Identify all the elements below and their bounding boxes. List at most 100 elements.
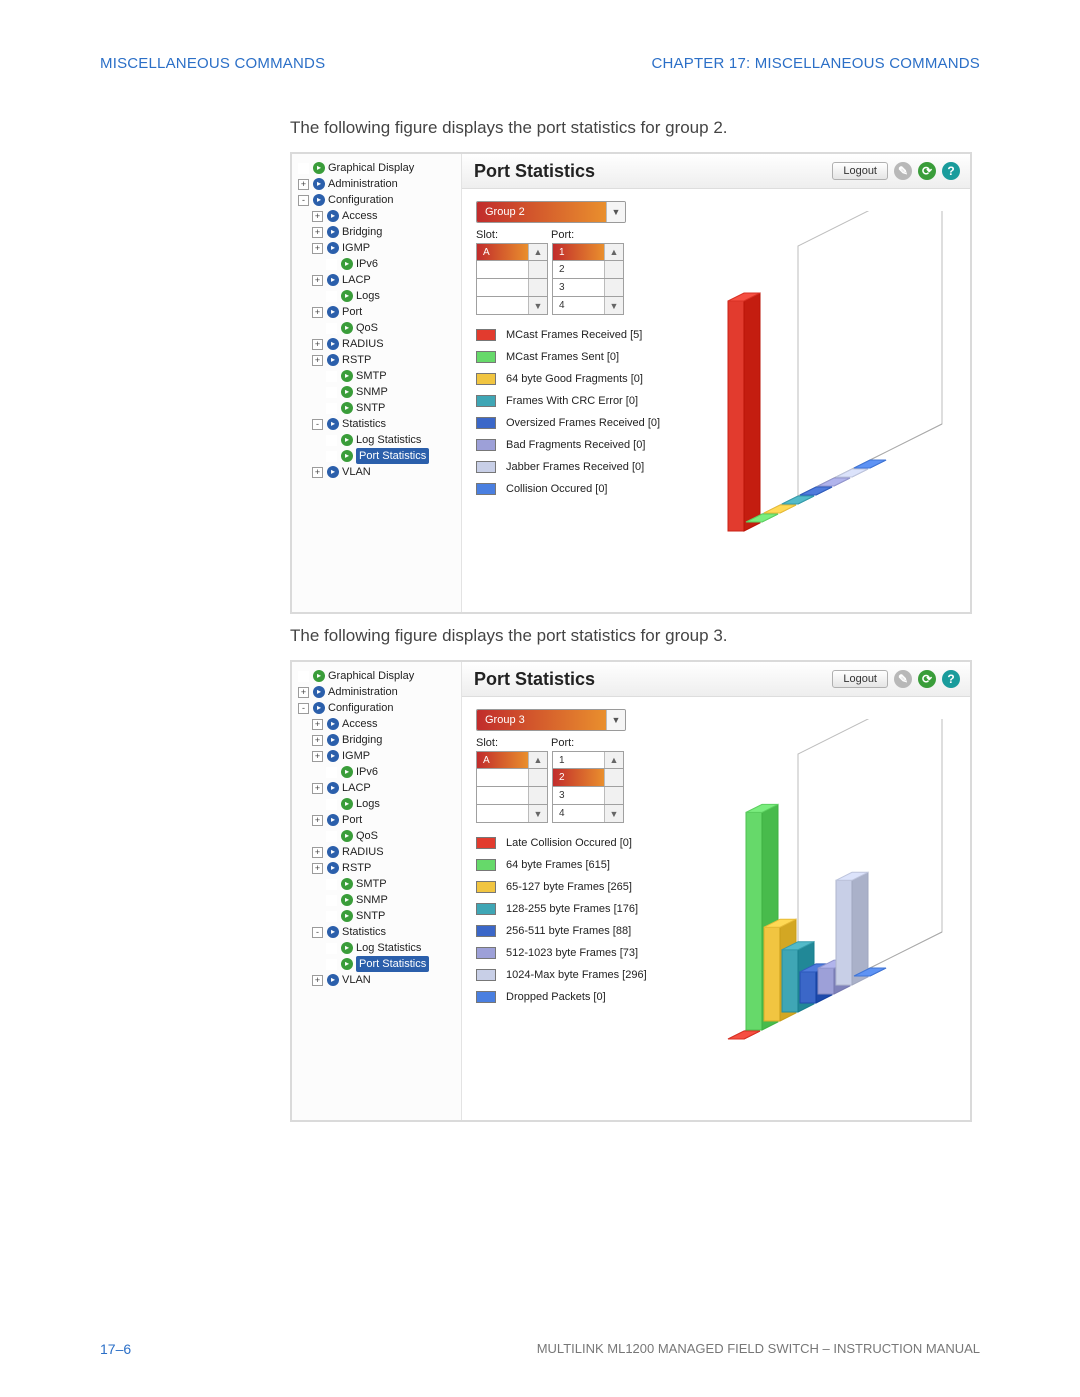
tree-node[interactable]: ▸Log Statistics <box>298 940 459 956</box>
spin-up-icon[interactable]: ▲ <box>528 752 547 768</box>
tree-node[interactable]: -▸Statistics <box>298 416 459 432</box>
expand-icon[interactable]: + <box>312 735 323 746</box>
tree-node[interactable]: +▸Administration <box>298 176 459 192</box>
port-value[interactable]: 3 <box>553 279 604 296</box>
port-value[interactable]: 4 <box>553 805 604 822</box>
help-icon[interactable]: ? <box>942 670 960 688</box>
spin-down-icon[interactable]: ▼ <box>604 297 623 314</box>
expand-icon[interactable]: + <box>312 339 323 350</box>
expand-icon[interactable]: + <box>298 179 309 190</box>
logout-button[interactable]: Logout <box>832 162 888 180</box>
expand-icon[interactable]: + <box>312 211 323 222</box>
expand-icon[interactable]: + <box>312 975 323 986</box>
tree-node[interactable]: ▸Graphical Display <box>298 668 459 684</box>
tree-node[interactable]: +▸RADIUS <box>298 844 459 860</box>
expand-icon[interactable]: + <box>312 863 323 874</box>
tree-node[interactable]: +▸Bridging <box>298 732 459 748</box>
expand-icon[interactable]: + <box>312 815 323 826</box>
tree-node[interactable]: +▸RSTP <box>298 352 459 368</box>
tree-node[interactable]: +▸Access <box>298 716 459 732</box>
spin-down-icon[interactable]: ▼ <box>604 805 623 822</box>
tree-node[interactable]: +▸RADIUS <box>298 336 459 352</box>
tree-node[interactable]: ▸Port Statistics <box>298 956 459 972</box>
tree-node[interactable]: ▸IPv6 <box>298 256 459 272</box>
refresh-icon[interactable]: ⟳ <box>918 162 936 180</box>
tree-node[interactable]: +▸IGMP <box>298 748 459 764</box>
expand-icon[interactable]: + <box>312 751 323 762</box>
tree-node[interactable]: ▸SMTP <box>298 368 459 384</box>
expand-icon[interactable]: + <box>312 307 323 318</box>
port-value[interactable]: 2 <box>553 769 604 786</box>
group-select[interactable]: Group 3▼ <box>476 709 626 731</box>
collapse-icon[interactable]: - <box>298 195 309 206</box>
tree-node[interactable]: +▸IGMP <box>298 240 459 256</box>
tree-node[interactable]: +▸Port <box>298 304 459 320</box>
tree-node[interactable]: +▸LACP <box>298 272 459 288</box>
help-icon[interactable]: ? <box>942 162 960 180</box>
spin-up-icon[interactable]: ▲ <box>604 244 623 260</box>
tree-node[interactable]: ▸SNMP <box>298 892 459 908</box>
expand-icon[interactable]: + <box>312 467 323 478</box>
port-value[interactable]: 4 <box>553 297 604 314</box>
spacer-icon <box>326 451 337 462</box>
chevron-down-icon[interactable]: ▼ <box>606 202 625 222</box>
tree-node[interactable]: ▸Port Statistics <box>298 448 459 464</box>
slot-value[interactable]: A <box>477 244 528 260</box>
tree-node[interactable]: ▸SNTP <box>298 400 459 416</box>
tree-node[interactable]: ▸Log Statistics <box>298 432 459 448</box>
port-value[interactable]: 1 <box>553 752 604 768</box>
node-icon: ▸ <box>313 162 325 174</box>
tree-node[interactable]: +▸Port <box>298 812 459 828</box>
tree-node[interactable]: ▸SMTP <box>298 876 459 892</box>
tree-node[interactable]: ▸QoS <box>298 828 459 844</box>
tree-node[interactable]: +▸Bridging <box>298 224 459 240</box>
port-value[interactable]: 3 <box>553 787 604 804</box>
port-value[interactable]: 1 <box>553 244 604 260</box>
tree-node[interactable]: +▸VLAN <box>298 972 459 988</box>
tree-node[interactable]: -▸Configuration <box>298 700 459 716</box>
tree-node[interactable]: +▸RSTP <box>298 860 459 876</box>
edit-icon[interactable]: ✎ <box>894 162 912 180</box>
node-label: QoS <box>356 828 378 844</box>
expand-icon[interactable]: + <box>312 243 323 254</box>
expand-icon[interactable]: + <box>312 847 323 858</box>
slot-label: Slot: <box>476 229 551 241</box>
collapse-icon[interactable]: - <box>312 927 323 938</box>
chevron-down-icon[interactable]: ▼ <box>606 710 625 730</box>
logout-button[interactable]: Logout <box>832 670 888 688</box>
group-select[interactable]: Group 2▼ <box>476 201 626 223</box>
expand-icon[interactable]: + <box>312 783 323 794</box>
spin-down-icon[interactable]: ▼ <box>528 805 547 822</box>
tree-node[interactable]: ▸SNMP <box>298 384 459 400</box>
expand-icon[interactable]: + <box>312 227 323 238</box>
tree-node[interactable]: ▸QoS <box>298 320 459 336</box>
expand-icon[interactable]: + <box>298 687 309 698</box>
refresh-icon[interactable]: ⟳ <box>918 670 936 688</box>
tree-node[interactable]: ▸IPv6 <box>298 764 459 780</box>
slot-value[interactable]: A <box>477 752 528 768</box>
expand-icon[interactable]: + <box>312 719 323 730</box>
spin-down-icon[interactable]: ▼ <box>528 297 547 314</box>
tree-node[interactable]: ▸SNTP <box>298 908 459 924</box>
expand-icon[interactable]: + <box>312 275 323 286</box>
spin-up-icon[interactable]: ▲ <box>528 244 547 260</box>
legend-swatch <box>476 417 496 429</box>
tree-node[interactable]: +▸Access <box>298 208 459 224</box>
tree-node[interactable]: +▸LACP <box>298 780 459 796</box>
edit-icon[interactable]: ✎ <box>894 670 912 688</box>
port-value[interactable]: 2 <box>553 261 604 278</box>
tree-node[interactable]: -▸Statistics <box>298 924 459 940</box>
node-label: Bridging <box>342 224 382 240</box>
node-icon: ▸ <box>327 782 339 794</box>
node-label: RADIUS <box>342 336 384 352</box>
collapse-icon[interactable]: - <box>298 703 309 714</box>
tree-node[interactable]: ▸Logs <box>298 288 459 304</box>
tree-node[interactable]: -▸Configuration <box>298 192 459 208</box>
tree-node[interactable]: +▸Administration <box>298 684 459 700</box>
tree-node[interactable]: ▸Graphical Display <box>298 160 459 176</box>
tree-node[interactable]: +▸VLAN <box>298 464 459 480</box>
collapse-icon[interactable]: - <box>312 419 323 430</box>
expand-icon[interactable]: + <box>312 355 323 366</box>
tree-node[interactable]: ▸Logs <box>298 796 459 812</box>
spin-up-icon[interactable]: ▲ <box>604 752 623 768</box>
